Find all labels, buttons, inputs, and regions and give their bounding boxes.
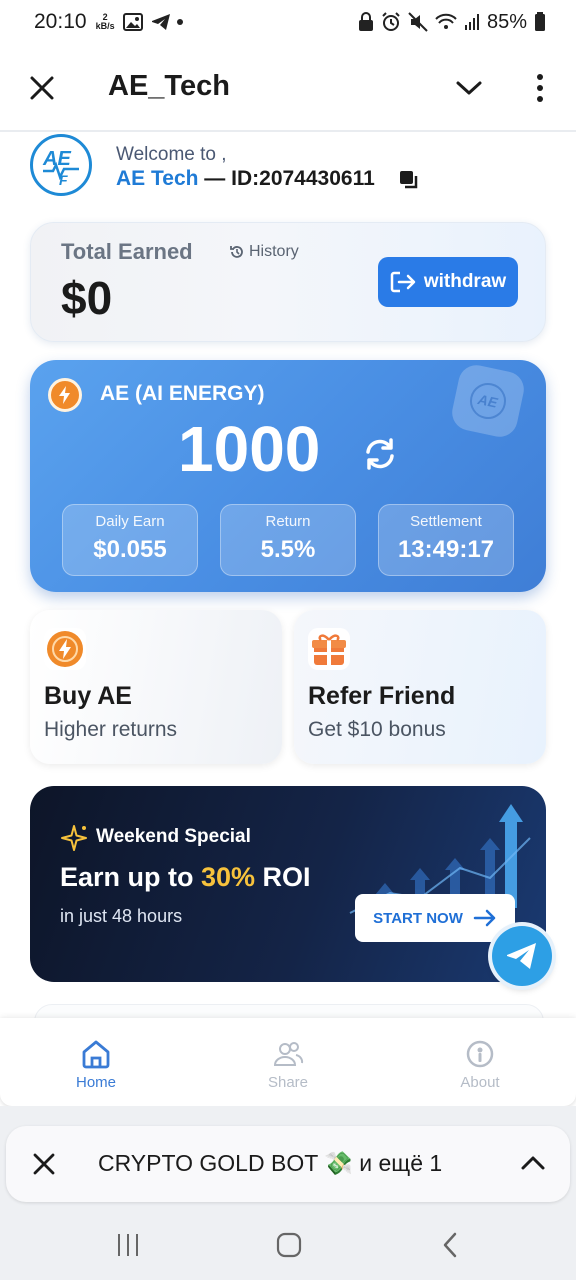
- bottom-navigation: Home Share About: [0, 1018, 576, 1106]
- telegram-button[interactable]: [492, 926, 552, 986]
- brand-name: AE Tech: [116, 167, 199, 190]
- stat-label: Settlement: [410, 513, 482, 530]
- brand-separator: —: [198, 167, 232, 190]
- sparkle-icon: [61, 825, 87, 851]
- nav-home[interactable]: Home: [0, 1018, 192, 1106]
- stat-value: $0.055: [93, 536, 167, 563]
- chevron-up-icon[interactable]: [520, 1152, 546, 1174]
- nav-share[interactable]: Share: [192, 1018, 384, 1106]
- history-icon: [230, 246, 243, 258]
- mini-app-bar[interactable]: CRYPTO GOLD BOT 💸 и ещё 1: [6, 1126, 570, 1202]
- start-now-button[interactable]: START NOW: [355, 894, 515, 942]
- stat-label: Daily Earn: [95, 513, 165, 530]
- signal-icon: [464, 14, 479, 30]
- chevron-down-icon[interactable]: [454, 76, 484, 100]
- promo-headline-post: ROI: [255, 862, 311, 892]
- promo-headline: Earn up to 30% ROI: [60, 862, 311, 893]
- alarm-icon: [382, 12, 400, 31]
- stat-value: 13:49:17: [397, 536, 495, 563]
- ae-emblem-icon: AE: [470, 383, 507, 419]
- refer-friend-card[interactable]: Refer Friend Get $10 bonus: [294, 610, 546, 764]
- promo-tag: Weekend Special: [96, 826, 251, 847]
- home-button-icon[interactable]: [276, 1232, 302, 1258]
- svg-text:F: F: [59, 172, 68, 188]
- info-icon: [466, 1040, 494, 1068]
- network-speed: 2 kB/s: [96, 13, 115, 31]
- ae-logo-icon: AE F: [42, 148, 79, 188]
- lightning-icon: [59, 386, 70, 404]
- status-bar: 20:10 2 kB/s 85%: [0, 0, 576, 44]
- promo-headline-pre: Earn up to: [60, 862, 201, 892]
- welcome-greeting: Welcome to ,: [116, 144, 227, 165]
- refer-friend-title: Refer Friend: [308, 682, 456, 710]
- ae-badge-icon: AE: [448, 361, 528, 441]
- battery-percent: 85%: [486, 10, 527, 33]
- history-label: History: [249, 243, 299, 260]
- energy-value: 1000: [178, 413, 321, 485]
- notification-icons: [122, 13, 171, 31]
- more-menu-icon[interactable]: [530, 72, 550, 104]
- gift-icon: [312, 634, 346, 665]
- telegram-plane-icon: [507, 943, 536, 969]
- copy-icon[interactable]: [399, 170, 419, 190]
- mini-app-title: CRYPTO GOLD BOT 💸 и ещё 1: [98, 1150, 443, 1176]
- total-earned-card: Total Earned History $0 withdraw: [30, 222, 546, 342]
- history-link[interactable]: History: [229, 243, 299, 261]
- lock-icon: [358, 12, 373, 31]
- battery-icon: [535, 12, 545, 31]
- close-icon[interactable]: [28, 74, 56, 102]
- close-icon[interactable]: [32, 1152, 56, 1176]
- energy-title: AE (AI ENERGY): [100, 382, 265, 405]
- withdraw-button[interactable]: withdraw: [378, 257, 518, 307]
- image-icon: [122, 13, 143, 31]
- mute-icon: [408, 12, 428, 32]
- total-earned-label: Total Earned: [61, 239, 193, 264]
- refer-friend-subtitle: Get $10 bonus: [308, 718, 446, 741]
- stat-daily-earn: Daily Earn $0.055: [62, 504, 198, 576]
- withdraw-label: withdraw: [423, 271, 507, 292]
- refer-friend-icon: [308, 628, 350, 670]
- stat-label: Return: [265, 513, 311, 530]
- arrow-right-icon: [473, 909, 496, 927]
- ae-logo: AE F: [30, 134, 92, 196]
- system-icons: 85%: [358, 11, 546, 34]
- buy-ae-subtitle: Higher returns: [44, 718, 178, 741]
- welcome-header: AE F Welcome to , AE Tech — ID:207443061…: [30, 134, 550, 202]
- stat-return: Return 5.5%: [220, 504, 356, 576]
- system-navigation-bar: [0, 1212, 576, 1280]
- buy-ae-icon: [44, 628, 86, 670]
- weekend-promo-banner[interactable]: Weekend Special Earn up to 30% ROI in ju…: [30, 786, 546, 982]
- promo-subtitle: in just 48 hours: [60, 906, 183, 926]
- svg-text:AE: AE: [476, 391, 500, 411]
- stat-value: 5.5%: [260, 536, 316, 563]
- refresh-icon[interactable]: [360, 434, 400, 474]
- home-icon: [82, 1040, 110, 1069]
- app-title: AE_Tech: [108, 70, 230, 102]
- start-now-label: START NOW: [373, 909, 463, 927]
- nav-home-label: Home: [75, 1074, 116, 1091]
- recent-apps-icon[interactable]: [116, 1232, 140, 1258]
- status-time: 20:10: [34, 10, 87, 33]
- more-notifications-dot: [176, 19, 183, 25]
- ai-energy-card: AE (AI ENERGY) AE 1000 Daily Earn $0.055…: [30, 360, 546, 592]
- total-earned-amount: $0: [61, 272, 113, 324]
- logout-arrow-icon: [390, 271, 416, 293]
- promo-headline-highlight: 30%: [201, 862, 256, 892]
- wifi-icon: [435, 13, 457, 29]
- stat-settlement: Settlement 13:49:17: [378, 504, 514, 576]
- buy-ae-title: Buy AE: [44, 682, 132, 710]
- back-icon[interactable]: [440, 1232, 460, 1258]
- nav-about-label: About: [460, 1074, 500, 1091]
- nav-share-label: Share: [267, 1074, 309, 1091]
- energy-icon: [48, 378, 82, 412]
- user-id: ID:2074430611: [231, 167, 375, 190]
- energy-coin-icon: [47, 631, 83, 667]
- nav-about[interactable]: About: [384, 1018, 576, 1106]
- welcome-brand-line: AE Tech — ID:2074430611: [116, 167, 375, 191]
- telegram-icon: [151, 14, 170, 30]
- buy-ae-card[interactable]: Buy AE Higher returns: [30, 610, 282, 764]
- app-bar: AE_Tech: [0, 44, 576, 132]
- users-icon: [273, 1042, 304, 1066]
- network-speed-unit: kB/s: [95, 21, 115, 31]
